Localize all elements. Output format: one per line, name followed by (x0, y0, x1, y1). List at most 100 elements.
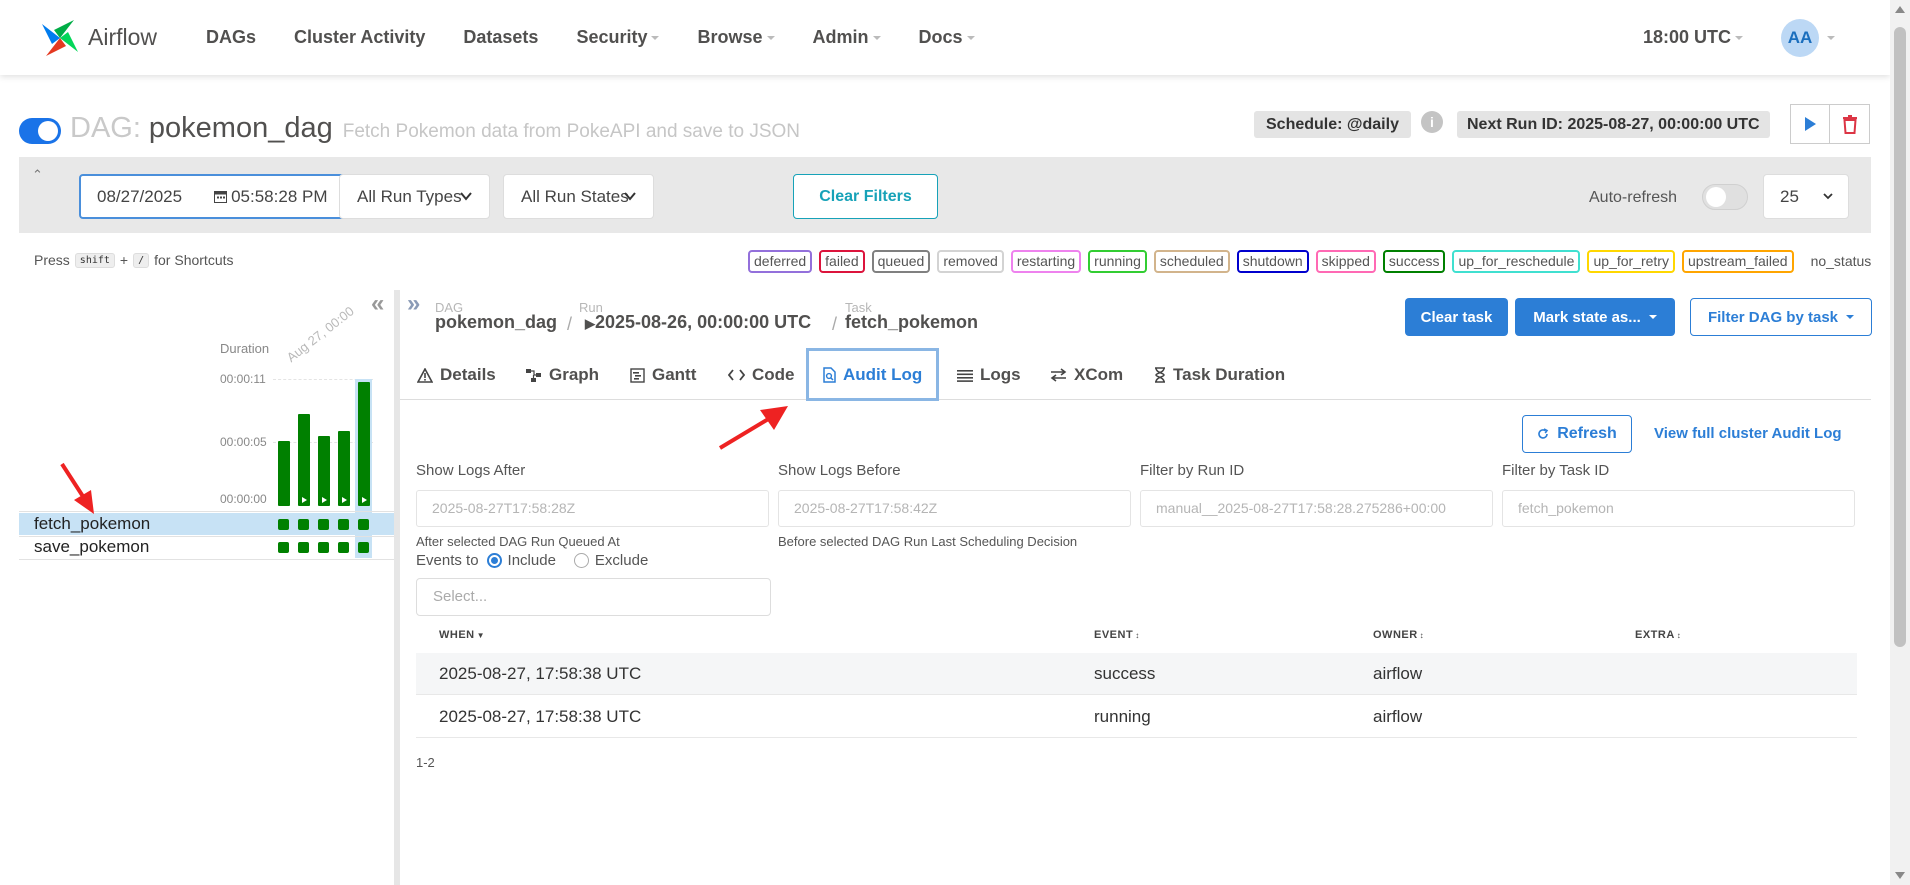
nav-docs[interactable]: Docs (919, 27, 975, 48)
dag-pause-toggle[interactable] (19, 118, 61, 144)
nav-cluster-activity[interactable]: Cluster Activity (294, 27, 425, 48)
scroll-thumb[interactable] (1894, 27, 1906, 647)
refresh-button[interactable]: Refresh (1522, 415, 1632, 453)
table-row[interactable]: 2025-08-27, 17:58:38 UTC running airflow (416, 696, 1857, 738)
delete-dag-button[interactable] (1830, 104, 1870, 144)
task-instance-square[interactable] (278, 542, 289, 553)
auto-refresh-toggle[interactable] (1702, 184, 1748, 210)
duration-label: Duration (220, 341, 270, 356)
include-radio[interactable] (486, 553, 502, 568)
mark-state-button[interactable]: Mark state as... (1515, 298, 1675, 336)
legend-up-for-reschedule[interactable]: up_for_reschedule (1452, 250, 1581, 273)
trigger-dag-button[interactable] (1790, 104, 1830, 144)
filter-task-id-input[interactable]: fetch_pokemon (1502, 490, 1855, 527)
play-icon (322, 497, 327, 503)
nav-datasets[interactable]: Datasets (463, 27, 538, 48)
task-instance-square[interactable] (278, 519, 289, 530)
page-size-select[interactable]: 25 (1763, 174, 1849, 219)
column-extra[interactable]: EXTRA ↕ (1635, 629, 1681, 641)
task-instance-square[interactable] (338, 542, 349, 553)
caret-down-icon (872, 35, 881, 40)
tab-code[interactable]: Code (728, 350, 795, 400)
legend-running[interactable]: running (1088, 250, 1147, 273)
show-logs-before-input[interactable]: 2025-08-27T17:58:42Z (778, 490, 1131, 527)
legend-queued[interactable]: queued (871, 250, 931, 273)
slash-key: / (133, 252, 150, 268)
hourglass-icon (1155, 367, 1165, 383)
filter-run-id-input[interactable]: manual__2025-08-27T17:58:28.275286+00:00 (1140, 490, 1493, 527)
table-row[interactable]: 2025-08-27, 17:58:38 UTC success airflow (416, 653, 1857, 695)
tab-task-duration[interactable]: Task Duration (1154, 350, 1285, 400)
label-show-logs-before: Show Logs Before (778, 462, 901, 479)
duration-bar[interactable] (298, 414, 310, 506)
legend-removed[interactable]: removed (937, 250, 1004, 273)
duration-bar[interactable] (358, 382, 370, 506)
breadcrumb-run[interactable]: Run ▶2025-08-26, 00:00:00 UTC (579, 300, 811, 333)
legend-deferred[interactable]: deferred (748, 250, 813, 273)
breadcrumb-task[interactable]: Task fetch_pokemon (845, 300, 978, 333)
sort-icon: ↕ (1419, 631, 1425, 640)
tab-graph[interactable]: Graph (525, 350, 599, 400)
legend-restarting[interactable]: restarting (1010, 250, 1082, 273)
user-avatar[interactable]: AA (1781, 18, 1819, 57)
dag-prefix: DAG: (70, 112, 141, 144)
dag-id[interactable]: pokemon_dag (149, 112, 333, 145)
top-navbar: Airflow DAGs Cluster Activity Datasets S… (0, 0, 1890, 75)
calendar-icon[interactable] (214, 190, 228, 203)
tab-audit-log[interactable]: Audit Log (806, 348, 940, 401)
legend-success[interactable]: success (1382, 250, 1446, 273)
legend-scheduled[interactable]: scheduled (1153, 250, 1230, 273)
column-event[interactable]: EVENT ↕ (1094, 629, 1140, 641)
events-select[interactable]: Select... (416, 578, 771, 616)
duration-bar[interactable] (318, 436, 330, 506)
tab-details[interactable]: Details (417, 350, 496, 400)
duration-bar[interactable] (278, 441, 290, 506)
column-when[interactable]: WHEN ▼ (439, 629, 485, 641)
sort-desc-icon: ▼ (476, 631, 486, 640)
exclude-radio[interactable] (573, 553, 589, 568)
schedule-badge: Schedule: @daily (1254, 111, 1411, 138)
collapse-left-icon[interactable]: « (371, 290, 384, 318)
nav-security[interactable]: Security (576, 27, 660, 48)
task-instance-square[interactable] (358, 519, 369, 530)
clear-task-button[interactable]: Clear task (1405, 298, 1508, 336)
run-types-select[interactable]: All Run Types (339, 174, 490, 219)
legend-up-for-retry[interactable]: up_for_retry (1587, 250, 1675, 273)
column-owner[interactable]: OWNER ↕ (1373, 629, 1424, 641)
hint-after: After selected DAG Run Queued At (416, 534, 620, 549)
collapse-right-icon[interactable]: » (407, 290, 420, 318)
legend-skipped[interactable]: skipped (1315, 250, 1376, 273)
task-instance-square[interactable] (318, 519, 329, 530)
legend-no-status[interactable]: no_status (1807, 252, 1876, 271)
vertical-scrollbar[interactable] (1890, 0, 1910, 885)
scroll-down-icon[interactable] (1895, 872, 1905, 879)
legend-shutdown[interactable]: shutdown (1236, 250, 1309, 273)
breadcrumb-dag[interactable]: DAG pokemon_dag (435, 300, 557, 333)
label-show-logs-after: Show Logs After (416, 462, 526, 479)
view-full-audit-log-link[interactable]: View full cluster Audit Log (1654, 425, 1842, 442)
nav-dags[interactable]: DAGs (206, 27, 256, 48)
legend-failed[interactable]: failed (819, 250, 865, 273)
task-instance-square[interactable] (298, 542, 309, 553)
brand[interactable]: Airflow (36, 14, 196, 62)
scroll-up-icon[interactable] (1895, 6, 1905, 13)
tab-logs[interactable]: Logs (957, 350, 1021, 400)
info-icon[interactable]: i (1421, 111, 1443, 133)
nav-admin[interactable]: Admin (813, 27, 881, 48)
show-logs-after-input[interactable]: 2025-08-27T17:58:28Z (416, 490, 769, 527)
task-instance-square[interactable] (298, 519, 309, 530)
clear-filters-button[interactable]: Clear Filters (793, 174, 938, 219)
legend-upstream-failed[interactable]: upstream_failed (1681, 250, 1794, 273)
timezone-menu[interactable]: 18:00 UTC (1643, 27, 1743, 48)
nav-browse[interactable]: Browse (697, 27, 775, 48)
collapse-up-icon[interactable]: ⌃ (32, 167, 43, 183)
duration-bar[interactable] (338, 431, 350, 506)
task-instance-square[interactable] (318, 542, 329, 553)
tab-gantt[interactable]: Gantt (630, 350, 696, 400)
tab-xcom[interactable]: XCom (1050, 350, 1123, 400)
task-instance-square[interactable] (358, 542, 369, 553)
run-states-select[interactable]: All Run States (503, 174, 654, 219)
task-instance-square[interactable] (338, 519, 349, 530)
filter-dag-by-task-button[interactable]: Filter DAG by task (1690, 298, 1872, 336)
duration-axis-mid: 00:00:05 (220, 435, 267, 449)
